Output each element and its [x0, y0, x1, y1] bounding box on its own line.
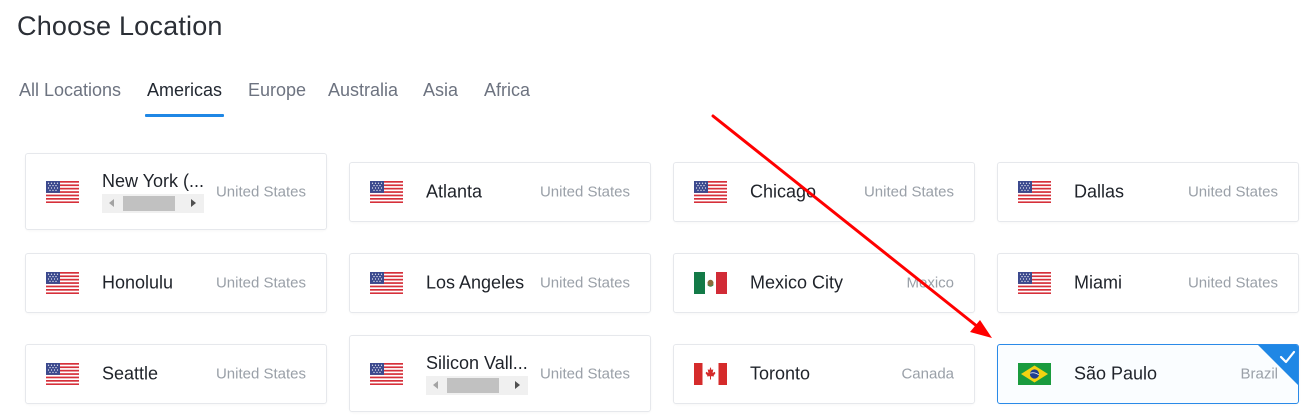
location-country: United States [539, 183, 630, 201]
tab-americas[interactable]: Americas [144, 80, 225, 117]
location-card-mexico-city[interactable]: Mexico City Mexico [673, 253, 975, 313]
location-card-sao-paulo[interactable]: São Paulo Brazil [997, 344, 1299, 404]
us-flag-icon [370, 362, 403, 385]
location-city: New York (... [102, 171, 205, 191]
location-card-new-york[interactable]: New York (... United States [25, 153, 327, 230]
tab-africa[interactable]: Africa [484, 80, 530, 101]
location-card-chicago[interactable]: Chicago United States [673, 162, 975, 222]
location-city: Dallas [1074, 181, 1125, 202]
location-country: Mexico [906, 274, 954, 292]
horizontal-scrollbar[interactable] [102, 194, 204, 213]
us-flag-icon [1018, 181, 1051, 203]
us-flag-icon [46, 363, 79, 385]
location-city: Miami [1074, 272, 1122, 293]
location-card-miami[interactable]: Miami United States [997, 253, 1299, 313]
us-flag-icon [370, 272, 403, 294]
location-city: Mexico City [750, 272, 844, 293]
location-country: United States [863, 183, 954, 201]
horizontal-scrollbar[interactable] [426, 376, 528, 395]
location-country: United States [539, 365, 630, 382]
brazil-flag-icon [1018, 363, 1051, 385]
scroll-left-arrow-icon[interactable] [433, 381, 438, 389]
us-flag-icon [370, 181, 403, 203]
scrollbar-thumb[interactable] [447, 378, 499, 393]
location-country: United States [539, 274, 630, 292]
scroll-left-arrow-icon[interactable] [109, 199, 114, 207]
selected-check-icon [1258, 345, 1298, 385]
location-card-atlanta[interactable]: Atlanta United States [349, 162, 651, 222]
location-card-toronto[interactable]: Toronto Canada [673, 344, 975, 404]
tab-europe[interactable]: Europe [248, 80, 306, 101]
us-flag-icon [46, 272, 79, 294]
us-flag-icon [1018, 272, 1051, 294]
scroll-right-arrow-icon[interactable] [191, 199, 196, 207]
location-city: Seattle [102, 363, 159, 384]
location-country: United States [215, 274, 306, 292]
location-city: Toronto [750, 363, 811, 384]
location-country: United States [215, 365, 306, 383]
location-city: Silicon Vall... [426, 353, 528, 373]
location-card-honolulu[interactable]: Honolulu United States [25, 253, 327, 313]
us-flag-icon [46, 180, 79, 203]
location-city: Atlanta [426, 181, 483, 202]
page-title: Choose Location [17, 11, 223, 41]
location-city: Chicago [750, 181, 817, 202]
tab-australia[interactable]: Australia [328, 80, 398, 101]
scroll-right-arrow-icon[interactable] [515, 381, 520, 389]
location-city: São Paulo [1074, 363, 1158, 384]
location-city: Honolulu [102, 272, 174, 293]
us-flag-icon [694, 181, 727, 203]
scrollbar-thumb[interactable] [123, 196, 175, 211]
canada-flag-icon [694, 363, 727, 385]
tab-asia[interactable]: Asia [423, 80, 458, 101]
location-card-los-angeles[interactable]: Los Angeles United States [349, 253, 651, 313]
location-card-silicon-valley[interactable]: Silicon Vall... United States [349, 335, 651, 412]
location-city: Los Angeles [426, 272, 525, 293]
location-country: United States [1187, 183, 1278, 201]
location-card-dallas[interactable]: Dallas United States [997, 162, 1299, 222]
location-country: Canada [901, 365, 954, 383]
mexico-flag-icon [694, 272, 727, 294]
location-country: United States [215, 183, 306, 200]
tab-all-locations[interactable]: All Locations [19, 80, 121, 101]
location-country: United States [1187, 274, 1278, 292]
location-card-seattle[interactable]: Seattle United States [25, 344, 327, 404]
